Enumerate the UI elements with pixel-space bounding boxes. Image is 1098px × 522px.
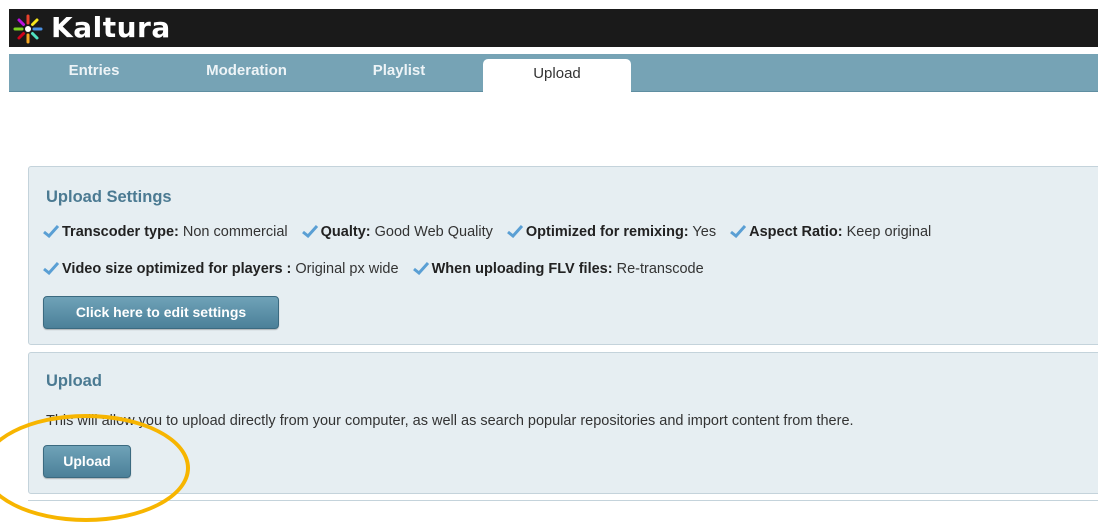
tab-moderation[interactable]: Moderation <box>184 54 309 91</box>
setting-aspect-ratio: Aspect Ratio: Keep original <box>730 224 931 240</box>
setting-transcoder-type: Transcoder type: Non commercial <box>43 224 288 240</box>
kaltura-logo-icon <box>13 14 43 44</box>
checkmark-icon <box>43 261 59 275</box>
setting-quality: Qualty: Good Web Quality <box>301 224 493 240</box>
checkmark-icon <box>43 224 59 238</box>
upload-settings-title: Upload Settings <box>46 188 172 206</box>
tab-playlist[interactable]: Playlist <box>349 54 449 91</box>
settings-row-2: Video size optimized for players : Origi… <box>43 261 714 277</box>
upload-settings-panel: Upload Settings Transcoder type: Non com… <box>28 166 1098 345</box>
checkmark-icon <box>730 224 747 238</box>
top-bar: Kaltura <box>9 9 1098 47</box>
main-nav: Entries Moderation Playlist Upload <box>9 54 1098 92</box>
tab-entries[interactable]: Entries <box>44 54 144 91</box>
highlight-circle <box>0 414 190 522</box>
settings-row-1: Transcoder type: Non commercial Qualty: … <box>43 224 941 240</box>
upload-panel-title: Upload <box>46 372 102 390</box>
app-logo-text: Kaltura <box>51 11 171 44</box>
divider <box>28 500 1098 501</box>
setting-optimized-remixing: Optimized for remixing: Yes <box>506 224 716 240</box>
checkmark-icon <box>506 224 523 238</box>
upload-description: This will allow you to upload directly f… <box>46 413 854 429</box>
checkmark-icon <box>412 261 429 275</box>
tab-upload[interactable]: Upload <box>483 59 631 92</box>
setting-video-size: Video size optimized for players : Origi… <box>43 261 399 277</box>
setting-flv-files: When uploading FLV files: Re-transcode <box>412 261 704 277</box>
checkmark-icon <box>301 224 318 238</box>
edit-settings-button[interactable]: Click here to edit settings <box>43 296 279 329</box>
